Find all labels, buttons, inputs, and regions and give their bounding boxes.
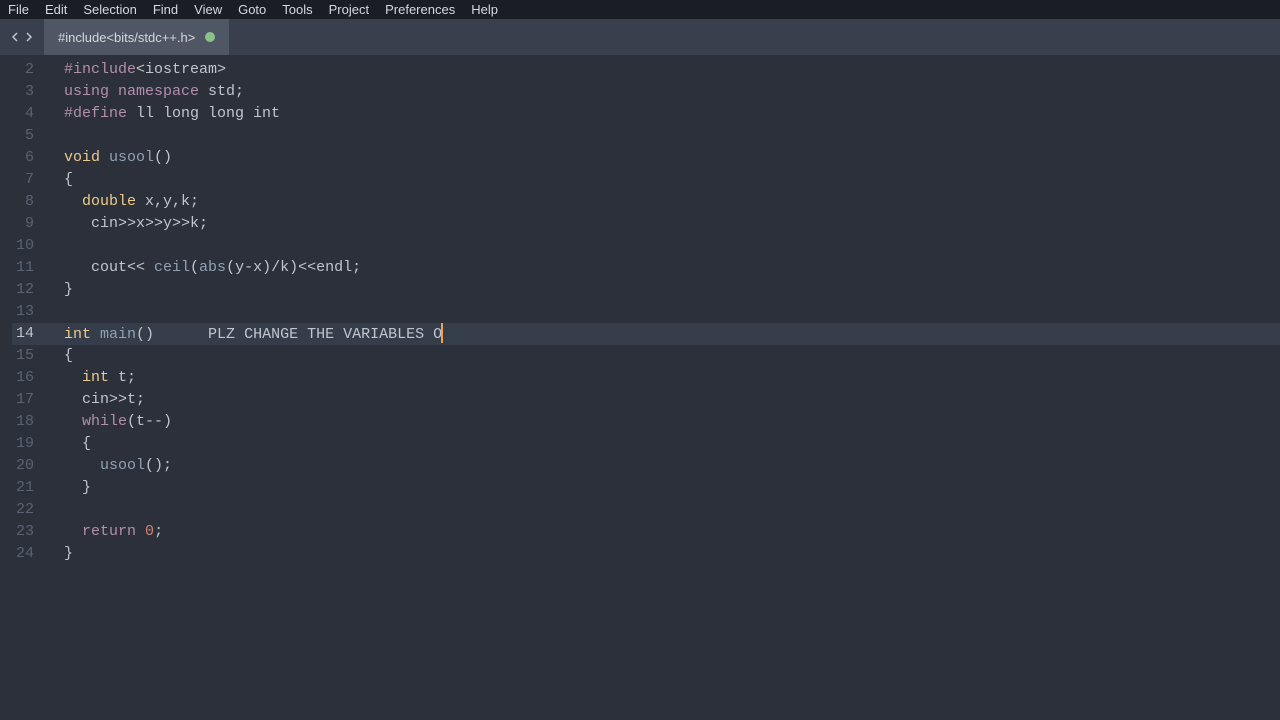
gutter-line: 13	[12, 301, 34, 323]
gutter-line: 9	[12, 213, 34, 235]
tab-title: #include<bits/stdc++.h>	[58, 30, 195, 45]
text-cursor	[441, 323, 443, 343]
editor[interactable]: 23456789101112131415161718192021222324 #…	[0, 55, 1280, 720]
code-line[interactable]: {	[64, 169, 1280, 191]
code-line[interactable]: int t;	[64, 367, 1280, 389]
code-line[interactable]: double x,y,k;	[64, 191, 1280, 213]
code-line[interactable]	[64, 301, 1280, 323]
gutter-line: 4	[12, 103, 34, 125]
code-line[interactable]: }	[64, 543, 1280, 565]
gutter-line: 15	[12, 345, 34, 367]
gutter-line: 7	[12, 169, 34, 191]
code-line[interactable]: return 0;	[64, 521, 1280, 543]
code-line[interactable]: cout<< ceil(abs(y-x)/k)<<endl;	[64, 257, 1280, 279]
code-line[interactable]: while(t--)	[64, 411, 1280, 433]
gutter-line: 19	[12, 433, 34, 455]
gutter-line: 6	[12, 147, 34, 169]
code-line[interactable]: int main() PLZ CHANGE THE VARIABLES O	[44, 323, 1280, 345]
menu-goto[interactable]: Goto	[230, 1, 274, 18]
gutter-line: 23	[12, 521, 34, 543]
gutter: 23456789101112131415161718192021222324	[0, 55, 44, 720]
menubar: File Edit Selection Find View Goto Tools…	[0, 0, 1280, 19]
gutter-line: 3	[12, 81, 34, 103]
code-line[interactable]	[64, 499, 1280, 521]
code-line[interactable]: cin>>t;	[64, 389, 1280, 411]
gutter-line: 8	[12, 191, 34, 213]
code-line[interactable]: {	[64, 433, 1280, 455]
gutter-line: 17	[12, 389, 34, 411]
menu-preferences[interactable]: Preferences	[377, 1, 463, 18]
gutter-line: 21	[12, 477, 34, 499]
menu-find[interactable]: Find	[145, 1, 186, 18]
code-line[interactable]: usool();	[64, 455, 1280, 477]
tab-nav	[0, 30, 44, 44]
code-area[interactable]: #include<iostream>using namespace std;#d…	[44, 55, 1280, 720]
code-line[interactable]: cin>>x>>y>>k;	[64, 213, 1280, 235]
gutter-line: 14	[12, 323, 44, 345]
code-line[interactable]: void usool()	[64, 147, 1280, 169]
tab-next-icon[interactable]	[22, 30, 36, 44]
menu-file[interactable]: File	[0, 1, 37, 18]
gutter-line: 16	[12, 367, 34, 389]
menu-project[interactable]: Project	[321, 1, 377, 18]
code-line[interactable]: }	[64, 477, 1280, 499]
gutter-line: 20	[12, 455, 34, 477]
gutter-line: 11	[12, 257, 34, 279]
gutter-line: 2	[12, 59, 34, 81]
code-line[interactable]: #include<iostream>	[64, 59, 1280, 81]
gutter-line: 5	[12, 125, 34, 147]
code-line[interactable]: }	[64, 279, 1280, 301]
menu-help[interactable]: Help	[463, 1, 506, 18]
menu-selection[interactable]: Selection	[75, 1, 144, 18]
code-line[interactable]: #define ll long long int	[64, 103, 1280, 125]
tab[interactable]: #include<bits/stdc++.h>	[44, 19, 230, 55]
gutter-line: 24	[12, 543, 34, 565]
tab-prev-icon[interactable]	[8, 30, 22, 44]
code-line[interactable]: using namespace std;	[64, 81, 1280, 103]
gutter-line: 12	[12, 279, 34, 301]
code-line[interactable]	[64, 125, 1280, 147]
gutter-line: 18	[12, 411, 34, 433]
tab-bar: #include<bits/stdc++.h>	[0, 19, 1280, 55]
menu-edit[interactable]: Edit	[37, 1, 75, 18]
gutter-line: 10	[12, 235, 34, 257]
code-line[interactable]: {	[64, 345, 1280, 367]
code-line[interactable]	[64, 235, 1280, 257]
menu-view[interactable]: View	[186, 1, 230, 18]
tab-dirty-icon[interactable]	[205, 32, 215, 42]
menu-tools[interactable]: Tools	[274, 1, 320, 18]
gutter-line: 22	[12, 499, 34, 521]
